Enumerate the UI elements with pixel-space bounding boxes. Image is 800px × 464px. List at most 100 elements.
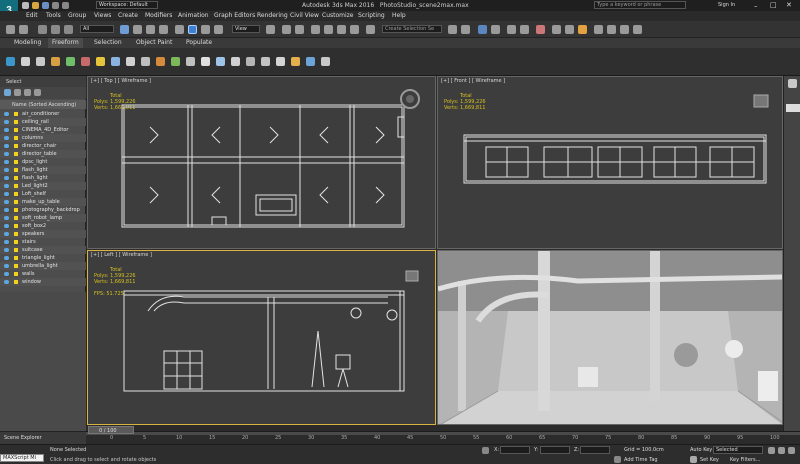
list-item[interactable]: soft_box2	[0, 222, 86, 230]
list-item[interactable]: director_table	[0, 150, 86, 158]
render-production-icon[interactable]	[578, 25, 587, 34]
explorer-column-header[interactable]: Name (Sorted Ascending)	[0, 100, 86, 109]
list-item[interactable]: soft_robot_lamp	[0, 214, 86, 222]
key-icon[interactable]	[690, 456, 697, 463]
angle-snap-icon[interactable]	[324, 25, 333, 34]
window-crossing-icon[interactable]	[159, 25, 168, 34]
mirror-icon[interactable]	[448, 25, 457, 34]
ribbon-tool-icon[interactable]	[321, 57, 330, 66]
environment-icon[interactable]	[620, 25, 629, 34]
visibility-icon[interactable]	[4, 232, 9, 236]
ribbon-tool-icon[interactable]	[231, 57, 240, 66]
select-by-name-icon[interactable]	[133, 25, 142, 34]
menu-graph-editors[interactable]: Graph Editors	[214, 12, 255, 19]
visibility-icon[interactable]	[4, 216, 9, 220]
list-item[interactable]: CINEMA_4D_Editor	[0, 126, 86, 134]
ribbon-tool-icon[interactable]	[171, 57, 180, 66]
ribbon-tool-icon[interactable]	[201, 57, 210, 66]
close-icon[interactable]: ✕	[786, 1, 792, 9]
add-time-tag[interactable]: Add Time Tag	[624, 457, 658, 463]
create-tab-icon[interactable]	[788, 79, 797, 88]
visibility-icon[interactable]	[4, 144, 9, 148]
placement-icon[interactable]	[214, 25, 223, 34]
ribbon-tool-icon[interactable]	[156, 57, 165, 66]
viewport-perspective[interactable]	[437, 250, 783, 425]
ribbon-tool-icon[interactable]	[81, 57, 90, 66]
lock-selection-icon[interactable]	[482, 447, 489, 454]
visibility-icon[interactable]	[4, 160, 9, 164]
bind-space-warp-icon[interactable]	[64, 25, 73, 34]
list-item[interactable]: make_up_table	[0, 198, 86, 206]
command-panel-field[interactable]	[786, 104, 800, 112]
maximize-icon[interactable]: □	[770, 1, 777, 9]
list-item[interactable]: ceiling_rail	[0, 118, 86, 126]
layer-explorer-icon[interactable]	[478, 25, 487, 34]
ribbon-tool-icon[interactable]	[51, 57, 60, 66]
reference-coordinate-dropdown[interactable]: View	[232, 25, 260, 33]
ribbon-tool-icon[interactable]	[21, 57, 30, 66]
viewport-front[interactable]: [+] [ Front ] [ Wireframe ] Total Polys:…	[437, 76, 783, 249]
list-item[interactable]: air_conditioner	[0, 110, 86, 118]
viewport-left[interactable]: [+] [ Left ] [ Wireframe ] Total Polys: …	[87, 250, 436, 425]
set-key-button[interactable]: Set Key	[700, 457, 719, 463]
align-icon[interactable]	[461, 25, 470, 34]
y-coordinate-field[interactable]	[540, 446, 570, 454]
save-icon[interactable]	[42, 2, 49, 9]
visibility-icon[interactable]	[4, 248, 9, 252]
select-scale-icon[interactable]	[201, 25, 210, 34]
percent-snap-icon[interactable]	[337, 25, 346, 34]
go-to-end-icon[interactable]	[788, 447, 795, 454]
rectangular-selection-icon[interactable]	[146, 25, 155, 34]
minimize-icon[interactable]: –	[754, 2, 758, 10]
menu-modifiers[interactable]: Modifiers	[145, 12, 172, 19]
maxscript-listener[interactable]: MAXScript Mi	[0, 454, 44, 462]
list-item[interactable]: flash_light	[0, 174, 86, 182]
render-online-icon[interactable]	[607, 25, 616, 34]
list-item[interactable]: flash_light	[0, 166, 86, 174]
undo-icon[interactable]	[52, 2, 59, 9]
ribbon-toggle-icon[interactable]	[491, 25, 500, 34]
play-icon[interactable]	[778, 447, 785, 454]
visibility-icon[interactable]	[4, 112, 9, 116]
list-item[interactable]: Led_light2	[0, 182, 86, 190]
redo-icon[interactable]	[19, 25, 28, 34]
menu-views[interactable]: Views	[94, 12, 111, 19]
menu-group[interactable]: Group	[68, 12, 86, 19]
menu-rendering[interactable]: Rendering	[257, 12, 288, 19]
visibility-icon[interactable]	[4, 200, 9, 204]
list-item[interactable]: walls	[0, 270, 86, 278]
visibility-icon[interactable]	[4, 264, 9, 268]
pivot-center-icon[interactable]	[266, 25, 275, 34]
visibility-icon[interactable]	[4, 192, 9, 196]
ribbon-tool-icon[interactable]	[291, 57, 300, 66]
ribbon-tool-icon[interactable]	[186, 57, 195, 66]
ribbon-tool-icon[interactable]	[261, 57, 270, 66]
visibility-icon[interactable]	[4, 280, 9, 284]
selection-filter-dropdown[interactable]: All	[80, 25, 114, 33]
key-mode-dropdown[interactable]: Selected	[713, 446, 763, 454]
ribbon-tool-icon[interactable]	[126, 57, 135, 66]
list-item[interactable]: columns	[0, 134, 86, 142]
display-none-icon[interactable]	[14, 89, 21, 96]
tab-object-paint[interactable]: Object Paint	[136, 39, 172, 46]
x-coordinate-field[interactable]	[500, 446, 530, 454]
ribbon-tool-icon[interactable]	[111, 57, 120, 66]
time-slider-handle[interactable]: 0 / 100	[88, 426, 134, 434]
ribbon-tool-icon[interactable]	[216, 57, 225, 66]
visibility-icon[interactable]	[4, 208, 9, 212]
time-tag-icon[interactable]	[614, 456, 621, 463]
curve-editor-icon[interactable]	[507, 25, 516, 34]
link-icon[interactable]	[38, 25, 47, 34]
filter-icon[interactable]	[4, 89, 11, 96]
timeline[interactable]: 0 / 100 0 5 10 15 20 25 30 35 40 45 50 55 60 65 70 75 80…	[86, 426, 800, 444]
undo-icon[interactable]	[6, 25, 15, 34]
search-input[interactable]: Type a keyword or phrase	[594, 1, 686, 9]
key-filters-button[interactable]: Key Filters...	[730, 457, 760, 463]
go-to-start-icon[interactable]	[768, 447, 775, 454]
menu-civil-view[interactable]: Civil View	[290, 12, 319, 19]
redo-icon[interactable]	[62, 2, 69, 9]
menu-customize[interactable]: Customize	[322, 12, 354, 19]
list-item[interactable]: Loft_shelf	[0, 190, 86, 198]
render-iterative-icon[interactable]	[594, 25, 603, 34]
menu-help[interactable]: Help	[392, 12, 406, 19]
